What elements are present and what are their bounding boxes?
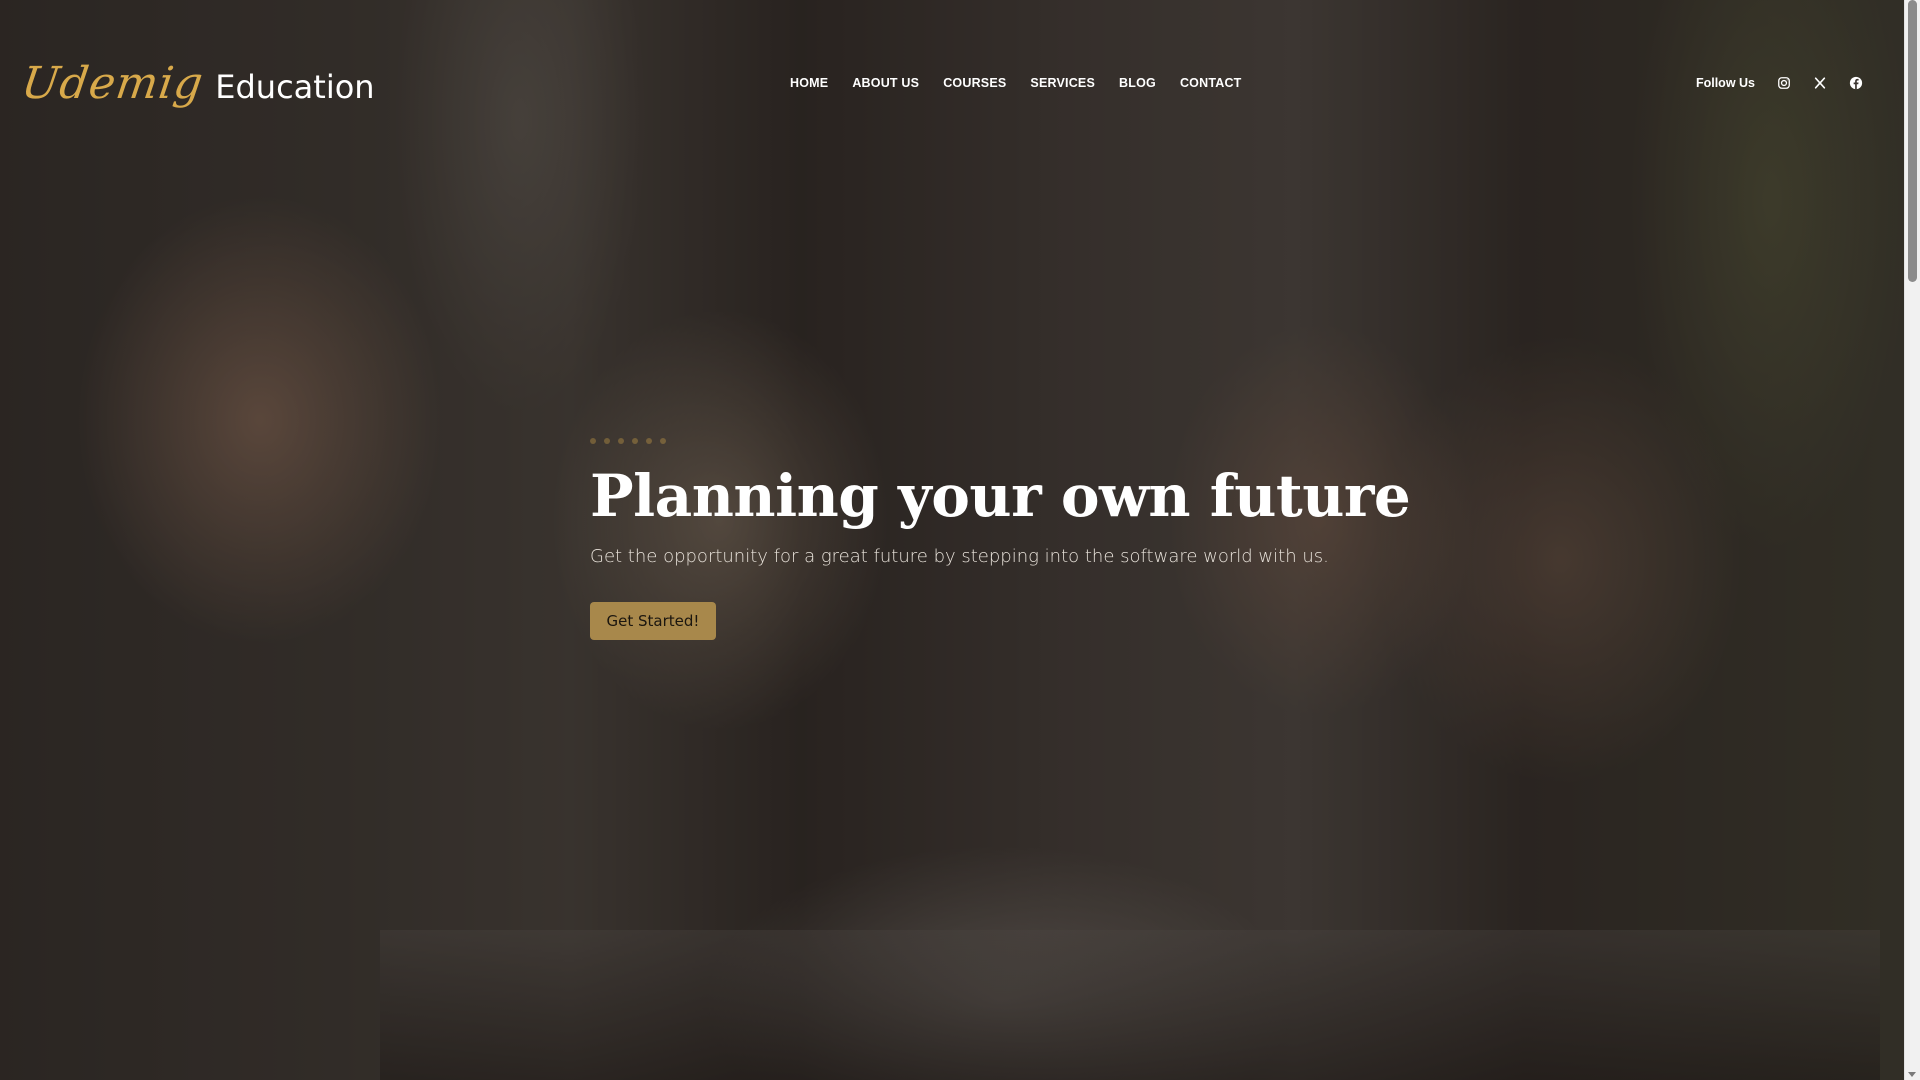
nav-about-us[interactable]: ABOUT US <box>852 76 919 90</box>
page-scrollbar[interactable] <box>1904 0 1920 1080</box>
x-icon[interactable] <box>1813 76 1827 90</box>
follow-us-label: Follow Us <box>1695 76 1755 90</box>
main-nav: HOME ABOUT US COURSES SERVICES BLOG CONT… <box>790 76 1242 90</box>
site-header: Udemig Education HOME ABOUT US COURSES S… <box>0 0 1905 170</box>
nav-courses[interactable]: COURSES <box>943 76 1006 90</box>
nav-blog[interactable]: BLOG <box>1119 76 1156 90</box>
social-links: Follow Us <box>1696 76 1863 90</box>
nav-home[interactable]: HOME <box>790 76 828 90</box>
get-started-button[interactable]: Get Started! <box>590 602 716 640</box>
scroll-down-arrow-icon[interactable] <box>1908 1072 1916 1077</box>
logo-script-text: Udemig <box>18 58 207 109</box>
facebook-icon[interactable] <box>1849 76 1863 90</box>
hero-decoration <box>590 438 666 444</box>
nav-contact[interactable]: CONTACT <box>1180 76 1242 90</box>
hero-subtitle: Get the opportunity for a great future b… <box>590 546 1329 567</box>
instagram-icon[interactable] <box>1777 76 1791 90</box>
site-logo[interactable]: Udemig Education <box>18 58 375 109</box>
page: Udemig Education HOME ABOUT US COURSES S… <box>0 0 1905 1080</box>
logo-word-text: Education <box>215 68 375 106</box>
nav-services[interactable]: SERVICES <box>1030 76 1095 90</box>
scrollbar-thumb[interactable] <box>1908 0 1917 282</box>
hero-title: Planning your own future <box>590 462 1411 530</box>
